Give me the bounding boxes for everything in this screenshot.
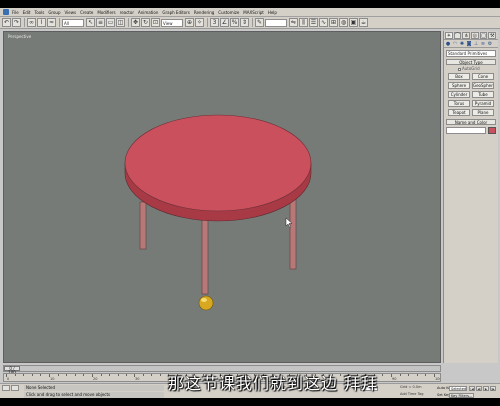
box-button[interactable]: Box bbox=[448, 73, 470, 80]
menu-edit[interactable]: Edit bbox=[23, 10, 31, 15]
select-by-name-icon[interactable]: ≡ bbox=[96, 18, 105, 27]
plane-button[interactable]: Plane bbox=[472, 109, 494, 116]
select-move-icon[interactable]: ✥ bbox=[131, 18, 140, 27]
app-logo-icon bbox=[3, 9, 9, 15]
sphere-object[interactable] bbox=[198, 295, 214, 311]
snaps-toggle-icon[interactable]: 3 bbox=[210, 18, 219, 27]
viewport-label[interactable]: Perspective bbox=[8, 34, 31, 39]
undo-icon[interactable]: ↶ bbox=[2, 18, 11, 27]
cone-button[interactable]: Cone bbox=[472, 73, 494, 80]
tube-button[interactable]: Tube bbox=[472, 91, 494, 98]
name-color-row bbox=[446, 127, 496, 134]
display-tab-icon[interactable]: ▢ bbox=[479, 32, 488, 39]
select-rotate-icon[interactable]: ↻ bbox=[141, 18, 150, 27]
video-subtitle: 那这节课我们就到这边 拜拜 bbox=[167, 374, 379, 393]
menu-views[interactable]: Views bbox=[65, 10, 77, 15]
percent-snap-icon[interactable]: % bbox=[230, 18, 239, 27]
named-selection-dropdown[interactable] bbox=[265, 18, 287, 27]
menu-reactor[interactable]: reactor bbox=[120, 10, 134, 15]
object-color-swatch[interactable] bbox=[488, 127, 496, 134]
menu-modifiers[interactable]: Modifiers bbox=[97, 10, 115, 15]
utilities-tab-icon[interactable]: ⚒ bbox=[488, 32, 497, 39]
menu-maxscript[interactable]: MAXScript bbox=[243, 10, 264, 15]
curve-editor-icon[interactable]: ∿ bbox=[319, 18, 328, 27]
edit-named-selection-icon[interactable]: ✎ bbox=[255, 18, 264, 27]
reference-coord-dropdown[interactable]: View bbox=[161, 18, 183, 27]
autogrid-label: AutoGrid bbox=[462, 66, 480, 71]
redo-icon[interactable]: ↷ bbox=[12, 18, 21, 27]
checkbox-icon[interactable] bbox=[458, 67, 461, 71]
menu-animation[interactable]: Animation bbox=[138, 10, 158, 15]
table-leg[interactable] bbox=[139, 201, 147, 250]
cameras-icon[interactable]: ◙ bbox=[466, 41, 472, 47]
menu-tools[interactable]: Tools bbox=[34, 10, 44, 15]
object-type-buttons: Box Cone Sphere GeoSphere Cylinder Tube … bbox=[444, 72, 498, 117]
helpers-icon[interactable]: ⊥ bbox=[473, 41, 479, 47]
window-crossing-icon[interactable]: ◫ bbox=[116, 18, 125, 27]
lights-icon[interactable]: ✺ bbox=[459, 41, 465, 47]
toolbar-divider bbox=[59, 18, 60, 27]
modify-tab-icon[interactable]: ⌒ bbox=[453, 32, 462, 39]
menu-file[interactable]: File bbox=[12, 10, 19, 15]
viewport-scene bbox=[124, 114, 312, 311]
selection-filter-dropdown[interactable]: All bbox=[62, 18, 84, 27]
sphere-highlight bbox=[201, 298, 207, 302]
select-manipulate-icon[interactable]: ✧ bbox=[195, 18, 204, 27]
layer-manager-icon[interactable]: ☰ bbox=[309, 18, 318, 27]
toolbar-divider bbox=[252, 18, 253, 27]
teapot-button[interactable]: Teapot bbox=[448, 109, 470, 116]
toolbar-divider bbox=[128, 18, 129, 27]
select-object-icon[interactable]: ↖ bbox=[86, 18, 95, 27]
pivot-center-icon[interactable]: ⊕ bbox=[185, 18, 194, 27]
link-icon[interactable]: ∞ bbox=[27, 18, 36, 27]
create-tab-icon[interactable]: ✳ bbox=[445, 32, 453, 39]
pyramid-button[interactable]: Pyramid bbox=[472, 100, 494, 107]
bind-space-warp-icon[interactable]: ≈ bbox=[47, 18, 56, 27]
command-panel: ✳ ⌒ ⋔ ◎ ▢ ⚒ ● ◠ ✺ ◙ ⊥ ≋ ⚙ Standard Primi… bbox=[443, 31, 498, 363]
torus-button[interactable]: Torus bbox=[448, 100, 470, 107]
select-scale-icon[interactable]: ⊡ bbox=[151, 18, 160, 27]
align-icon[interactable]: ⫼ bbox=[299, 18, 308, 27]
main-toolbar: ↶ ↷ ∞ ⌇ ≈ All ↖ ≡ ▭ ◫ ✥ ↻ ⊡ View ⊕ ✧ 3 ∠… bbox=[0, 17, 500, 29]
tabletop-surface[interactable] bbox=[124, 114, 312, 212]
command-panel-tabs: ✳ ⌒ ⋔ ◎ ▢ ⚒ bbox=[444, 31, 498, 40]
perspective-viewport[interactable]: Perspective bbox=[3, 31, 441, 363]
render-scene-icon[interactable]: ▣ bbox=[349, 18, 358, 27]
object-type-rollout[interactable]: Object Type bbox=[446, 59, 496, 65]
menu-graph-editors[interactable]: Graph Editors bbox=[162, 10, 189, 15]
hierarchy-tab-icon[interactable]: ⋔ bbox=[462, 32, 471, 39]
shapes-icon[interactable]: ◠ bbox=[452, 41, 458, 47]
sphere-button[interactable]: Sphere bbox=[448, 82, 470, 89]
unlink-icon[interactable]: ⌇ bbox=[37, 18, 46, 27]
cylinder-button[interactable]: Cylinder bbox=[448, 91, 470, 98]
name-and-color-rollout[interactable]: Name and Color bbox=[446, 119, 496, 125]
systems-icon[interactable]: ⚙ bbox=[487, 41, 493, 47]
quick-render-icon[interactable]: ☕ bbox=[359, 18, 368, 27]
table-leg[interactable] bbox=[201, 211, 209, 295]
motion-tab-icon[interactable]: ◎ bbox=[471, 32, 479, 39]
mirror-icon[interactable]: ⇋ bbox=[289, 18, 298, 27]
geometry-icon[interactable]: ● bbox=[445, 41, 451, 47]
toolbar-divider bbox=[24, 18, 25, 27]
menu-bar: File Edit Tools Group Views Create Modif… bbox=[0, 8, 500, 17]
menu-group[interactable]: Group bbox=[48, 10, 60, 15]
schematic-view-icon[interactable]: ⊞ bbox=[329, 18, 338, 27]
menu-help[interactable]: Help bbox=[268, 10, 277, 15]
category-dropdown[interactable]: Standard Primitives bbox=[446, 50, 496, 57]
toolbar-divider bbox=[207, 18, 208, 27]
app-window: File Edit Tools Group Views Create Modif… bbox=[0, 8, 500, 398]
geosphere-button[interactable]: GeoSphere bbox=[472, 82, 494, 89]
menu-rendering[interactable]: Rendering bbox=[194, 10, 214, 15]
menu-create[interactable]: Create bbox=[80, 10, 93, 15]
object-name-input[interactable] bbox=[446, 127, 486, 134]
spinner-snap-icon[interactable]: ⇕ bbox=[240, 18, 249, 27]
table-leg[interactable] bbox=[289, 197, 297, 270]
space-warps-icon[interactable]: ≋ bbox=[480, 41, 486, 47]
material-editor-icon[interactable]: ◍ bbox=[339, 18, 348, 27]
create-category-icons: ● ◠ ✺ ◙ ⊥ ≋ ⚙ bbox=[444, 40, 498, 48]
selection-region-icon[interactable]: ▭ bbox=[106, 18, 115, 27]
menu-customize[interactable]: Customize bbox=[218, 10, 239, 15]
angle-snap-icon[interactable]: ∠ bbox=[220, 18, 229, 27]
